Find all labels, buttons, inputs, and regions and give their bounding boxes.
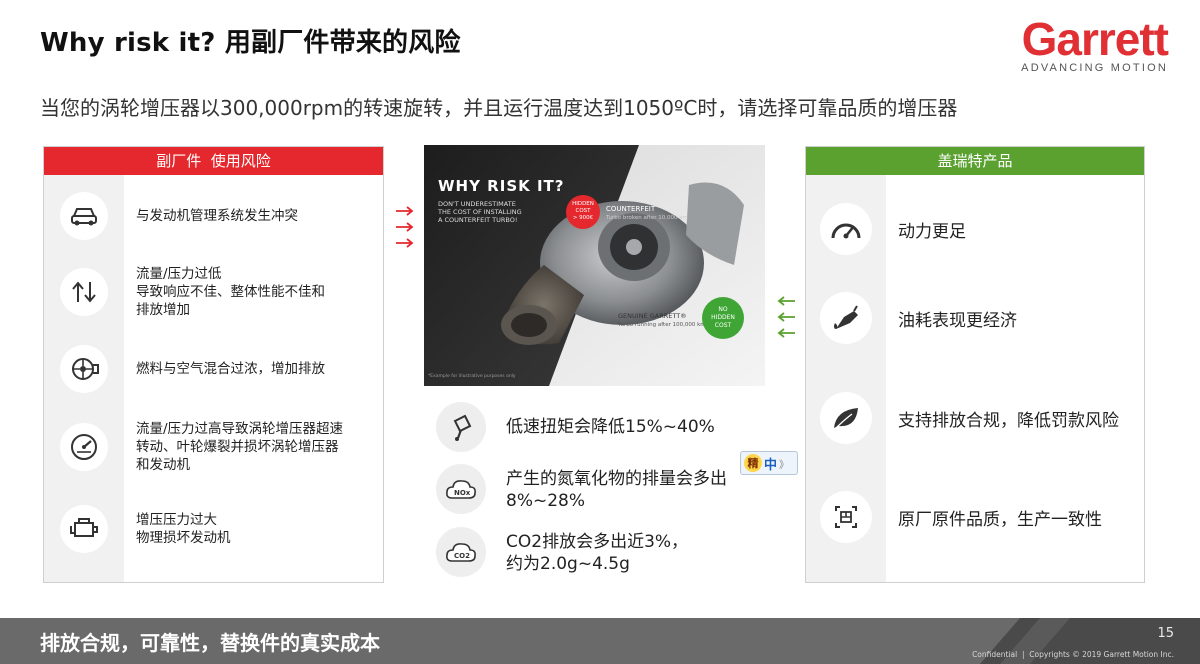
benefit-text: 原厂原件品质，生产一致性 [898,509,1102,530]
green-arrows [776,296,796,338]
impact-text: 产生的氮氧化物的排量会多出 8%~28% [506,469,727,511]
logo-tagline: ADVANCING MOTION [1021,62,1168,74]
page-title: Why risk it? 用副厂件带来的风险 [40,28,461,58]
turbo-icon [60,345,108,393]
impact-point: NOx 产生的氮氧化物的排量会多出 8%~28% [436,464,727,514]
ime-toolbar[interactable]: 精 中 》 [740,451,798,475]
garrett-product-panel: 盖瑞特产品 动力更足 油耗表现更经济 支持排放合规，降低罚款风险 原厂原件品质，… [805,146,1145,583]
ime-language-toggle[interactable]: 中 [764,454,777,473]
genuine-note: Turbo running after 100,000 km [618,322,706,328]
image-footnote: *Example for illustrative purposes only [428,374,516,379]
benefit-text: 油耗表现更经济 [898,310,1017,331]
risk-text: 增压压力过大 物理损坏发动机 [136,512,231,546]
page-number: 15 [1157,626,1174,641]
package-icon [820,491,872,543]
image-headline: WHY RISK IT? [438,177,565,195]
risk-text: 流量/压力过高导致涡轮增压器超速 转动、叶轮爆裂并损坏涡轮增压器 和发动机 [136,421,344,473]
svg-text:CO2: CO2 [454,552,470,560]
garrett-product-heading: 盖瑞特产品 [806,147,1144,175]
arrow-right-icon [396,222,414,232]
impact-point: CO2 CO2排放会多出近3%， 约为2.0g~4.5g [436,527,688,577]
ime-expand-icon[interactable]: 》 [779,456,789,471]
page-subtitle: 当您的涡轮增压器以300,000rpm的转速旋转，并且运行温度达到1050ºC时… [40,96,958,120]
svg-text:NOx: NOx [454,489,471,497]
speedometer-icon [60,423,108,471]
counterfeit-risk-panel: 副厂件 使用风险 与发动机管理系统发生冲突 流量/压力过低 导致响应不佳、整体性… [43,146,384,583]
benefit-text: 动力更足 [898,221,966,242]
risk-item: 增压压力过大 物理损坏发动机 [44,504,385,554]
engine-icon [60,505,108,553]
risk-item: 流量/压力过高导致涡轮增压器超速 转动、叶轮爆裂并损坏涡轮增压器 和发动机 [44,415,385,479]
risk-text: 燃料与空气混合过浓，增加排放 [136,361,325,377]
image-warning: DON'T UNDERESTIMATE THE COST OF INSTALLI… [438,200,522,224]
risk-text: 与发动机管理系统发生冲突 [136,208,298,224]
turbo-comparison-image: WHY RISK IT? DON'T UNDERESTIMATE THE COS… [424,145,765,386]
benefit-item: 原厂原件品质，生产一致性 [806,491,1146,543]
nox-cloud-icon: NOx [436,464,486,514]
risk-item: 燃料与空气混合过浓，增加排放 [44,345,385,393]
leaf-icon [820,392,872,444]
arrow-left-icon [777,328,795,338]
co2-cloud-icon: CO2 [436,527,486,577]
impact-point: 低速扭矩会降低15%~40% [436,402,715,452]
arrow-right-icon [396,206,414,216]
arrow-left-icon [777,296,795,306]
hidden-cost-badge: HIDDEN COST > 900€ [566,195,600,229]
risk-item: 流量/压力过低 导致响应不佳、整体性能不佳和 排放增加 [44,262,385,322]
logo-word: Garrett [1021,13,1169,65]
up-down-arrows-icon [60,268,108,316]
piston-icon [436,402,486,452]
risk-text: 流量/压力过低 导致响应不佳、整体性能不佳和 排放增加 [136,266,325,318]
benefit-item: 油耗表现更经济 [806,292,1146,344]
red-arrows [395,206,415,248]
fuel-nozzle-icon [820,292,872,344]
counterfeit-risk-heading: 副厂件 使用风险 [44,147,383,175]
risk-item: 与发动机管理系统发生冲突 [44,192,385,240]
arrow-right-icon [396,238,414,248]
counterfeit-note: Turbo broken after 10,000 km [606,215,688,221]
counterfeit-label: COUNTERFEIT [606,205,656,213]
car-icon [60,192,108,240]
impact-text: 低速扭矩会降低15%~40% [506,417,715,437]
garrett-logo: Garrett ADVANCING MOTION [1021,13,1169,74]
copyright-notice: Confidential | Copyrights © 2019 Garrett… [972,650,1174,659]
arrow-left-icon [777,312,795,322]
impact-text: CO2排放会多出近3%， 约为2.0g~4.5g [506,532,689,574]
benefit-text: 支持排放合规，降低罚款风险 [898,410,1119,431]
benefit-item: 支持排放合规，降低罚款风险 [806,392,1146,444]
benefit-item: 动力更足 [806,203,1146,255]
genuine-label: GENUINE GARRETT® [618,312,687,320]
ime-mode-icon[interactable]: 精 [744,454,762,472]
gauge-icon [820,203,872,255]
footer-headline: 排放合规，可靠性，替换件的真实成本 [40,631,380,655]
footer-bar: 排放合规，可靠性，替换件的真实成本 15 Confidential | Copy… [0,618,1200,664]
no-hidden-cost-badge: NO HIDDEN COST [702,297,744,339]
